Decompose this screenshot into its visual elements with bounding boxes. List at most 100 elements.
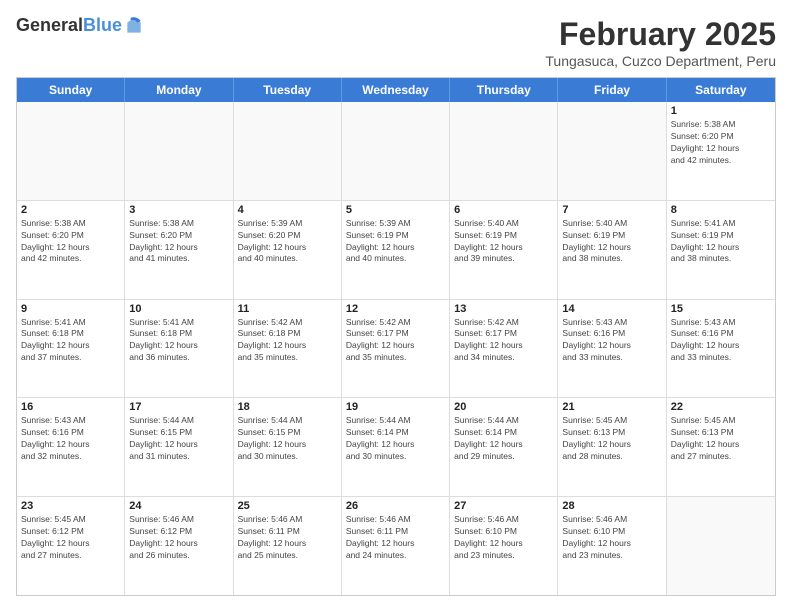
- calendar-cell: [667, 497, 775, 595]
- day-info: Sunrise: 5:39 AM Sunset: 6:20 PM Dayligh…: [238, 218, 337, 266]
- calendar-cell: 19Sunrise: 5:44 AM Sunset: 6:14 PM Dayli…: [342, 398, 450, 496]
- header-thursday: Thursday: [450, 78, 558, 102]
- day-info: Sunrise: 5:40 AM Sunset: 6:19 PM Dayligh…: [454, 218, 553, 266]
- calendar-cell: 8Sunrise: 5:41 AM Sunset: 6:19 PM Daylig…: [667, 201, 775, 299]
- week-row-3: 16Sunrise: 5:43 AM Sunset: 6:16 PM Dayli…: [17, 397, 775, 496]
- page: GeneralBlue February 2025 Tungasuca, Cuz…: [0, 0, 792, 612]
- day-info: Sunrise: 5:42 AM Sunset: 6:17 PM Dayligh…: [346, 317, 445, 365]
- day-number: 1: [671, 105, 771, 117]
- calendar-cell: 18 Sunrise: 5:44 AM Sunset: 6:15 PM Dayli…: [234, 398, 342, 496]
- day-info: Sunrise: 5:45 AM Sunset: 6:13 PM Dayligh…: [671, 415, 771, 463]
- calendar-cell: 7 Sunrise: 5:40 AM Sunset: 6:19 PM Daylig…: [558, 201, 666, 299]
- day-number: 11: [238, 303, 337, 315]
- day-number: 13: [454, 303, 553, 315]
- day-info: Sunrise: 5:46 AM Sunset: 6:12 PM Dayligh…: [129, 514, 228, 562]
- header-saturday: Saturday: [667, 78, 775, 102]
- day-number: 15: [671, 303, 771, 315]
- calendar-cell: 20 Sunrise: 5:44 AM Sunset: 6:14 PM Dayli…: [450, 398, 558, 496]
- calendar-cell: 25Sunrise: 5:46 AM Sunset: 6:11 PM Dayli…: [234, 497, 342, 595]
- day-number: 28: [562, 500, 661, 512]
- day-info: Sunrise: 5:45 AM Sunset: 6:12 PM Dayligh…: [21, 514, 120, 562]
- calendar-cell: 13 Sunrise: 5:42 AM Sunset: 6:17 PM Dayli…: [450, 300, 558, 398]
- week-row-4: 23 Sunrise: 5:45 AM Sunset: 6:12 PM Dayli…: [17, 496, 775, 595]
- calendar-cell: 6 Sunrise: 5:40 AM Sunset: 6:19 PM Daylig…: [450, 201, 558, 299]
- title-section: February 2025 Tungasuca, Cuzco Departmen…: [545, 16, 776, 69]
- day-info: Sunrise: 5:43 AM Sunset: 6:16 PM Dayligh…: [671, 317, 771, 365]
- day-number: 5: [346, 204, 445, 216]
- day-number: 4: [238, 204, 337, 216]
- day-info: Sunrise: 5:38 AM Sunset: 6:20 PM Dayligh…: [671, 119, 771, 167]
- header-monday: Monday: [125, 78, 233, 102]
- day-number: 6: [454, 204, 553, 216]
- week-row-2: 9 Sunrise: 5:41 AM Sunset: 6:18 PM Daylig…: [17, 299, 775, 398]
- day-info: Sunrise: 5:44 AM Sunset: 6:14 PM Dayligh…: [454, 415, 553, 463]
- calendar: Sunday Monday Tuesday Wednesday Thursday…: [16, 77, 776, 596]
- calendar-cell: 1 Sunrise: 5:38 AM Sunset: 6:20 PM Daylig…: [667, 102, 775, 200]
- logo-text: GeneralBlue: [16, 16, 122, 36]
- calendar-cell: 16Sunrise: 5:43 AM Sunset: 6:16 PM Dayli…: [17, 398, 125, 496]
- day-info: Sunrise: 5:42 AM Sunset: 6:17 PM Dayligh…: [454, 317, 553, 365]
- logo: GeneralBlue: [16, 16, 144, 36]
- calendar-cell: 5 Sunrise: 5:39 AM Sunset: 6:19 PM Daylig…: [342, 201, 450, 299]
- calendar-cell: 28 Sunrise: 5:46 AM Sunset: 6:10 PM Dayli…: [558, 497, 666, 595]
- day-number: 22: [671, 401, 771, 413]
- day-number: 24: [129, 500, 228, 512]
- day-number: 19: [346, 401, 445, 413]
- calendar-cell: [125, 102, 233, 200]
- day-number: 7: [562, 204, 661, 216]
- calendar-cell: 24 Sunrise: 5:46 AM Sunset: 6:12 PM Dayli…: [125, 497, 233, 595]
- logo-icon: [124, 16, 144, 36]
- calendar-cell: 17 Sunrise: 5:44 AM Sunset: 6:15 PM Dayli…: [125, 398, 233, 496]
- calendar-cell: 4 Sunrise: 5:39 AM Sunset: 6:20 PM Daylig…: [234, 201, 342, 299]
- day-number: 17: [129, 401, 228, 413]
- day-info: Sunrise: 5:41 AM Sunset: 6:18 PM Dayligh…: [21, 317, 120, 365]
- day-number: 12: [346, 303, 445, 315]
- calendar-cell: 11 Sunrise: 5:42 AM Sunset: 6:18 PM Dayli…: [234, 300, 342, 398]
- day-info: Sunrise: 5:40 AM Sunset: 6:19 PM Dayligh…: [562, 218, 661, 266]
- calendar-cell: [558, 102, 666, 200]
- month-title: February 2025: [545, 16, 776, 53]
- calendar-cell: 23 Sunrise: 5:45 AM Sunset: 6:12 PM Dayli…: [17, 497, 125, 595]
- day-number: 3: [129, 204, 228, 216]
- day-info: Sunrise: 5:42 AM Sunset: 6:18 PM Dayligh…: [238, 317, 337, 365]
- day-info: Sunrise: 5:46 AM Sunset: 6:10 PM Dayligh…: [562, 514, 661, 562]
- calendar-cell: 10Sunrise: 5:41 AM Sunset: 6:18 PM Dayli…: [125, 300, 233, 398]
- calendar-cell: 12 Sunrise: 5:42 AM Sunset: 6:17 PM Dayli…: [342, 300, 450, 398]
- calendar-cell: [17, 102, 125, 200]
- day-info: Sunrise: 5:38 AM Sunset: 6:20 PM Dayligh…: [21, 218, 120, 266]
- calendar-body: 1 Sunrise: 5:38 AM Sunset: 6:20 PM Daylig…: [17, 102, 775, 595]
- day-number: 21: [562, 401, 661, 413]
- day-number: 23: [21, 500, 120, 512]
- calendar-cell: [342, 102, 450, 200]
- day-number: 14: [562, 303, 661, 315]
- header: GeneralBlue February 2025 Tungasuca, Cuz…: [16, 16, 776, 69]
- day-number: 18: [238, 401, 337, 413]
- week-row-1: 2 Sunrise: 5:38 AM Sunset: 6:20 PM Daylig…: [17, 200, 775, 299]
- day-number: 27: [454, 500, 553, 512]
- day-info: Sunrise: 5:46 AM Sunset: 6:11 PM Dayligh…: [346, 514, 445, 562]
- day-info: Sunrise: 5:43 AM Sunset: 6:16 PM Dayligh…: [21, 415, 120, 463]
- day-number: 26: [346, 500, 445, 512]
- day-info: Sunrise: 5:39 AM Sunset: 6:19 PM Dayligh…: [346, 218, 445, 266]
- calendar-cell: 14Sunrise: 5:43 AM Sunset: 6:16 PM Dayli…: [558, 300, 666, 398]
- calendar-cell: 9 Sunrise: 5:41 AM Sunset: 6:18 PM Daylig…: [17, 300, 125, 398]
- calendar-header: Sunday Monday Tuesday Wednesday Thursday…: [17, 78, 775, 102]
- day-number: 9: [21, 303, 120, 315]
- calendar-cell: 27 Sunrise: 5:46 AM Sunset: 6:10 PM Dayli…: [450, 497, 558, 595]
- calendar-cell: [234, 102, 342, 200]
- day-info: Sunrise: 5:44 AM Sunset: 6:15 PM Dayligh…: [129, 415, 228, 463]
- day-info: Sunrise: 5:44 AM Sunset: 6:15 PM Dayligh…: [238, 415, 337, 463]
- calendar-cell: [450, 102, 558, 200]
- header-sunday: Sunday: [17, 78, 125, 102]
- day-number: 2: [21, 204, 120, 216]
- day-info: Sunrise: 5:46 AM Sunset: 6:10 PM Dayligh…: [454, 514, 553, 562]
- day-info: Sunrise: 5:46 AM Sunset: 6:11 PM Dayligh…: [238, 514, 337, 562]
- day-number: 20: [454, 401, 553, 413]
- day-info: Sunrise: 5:45 AM Sunset: 6:13 PM Dayligh…: [562, 415, 661, 463]
- day-number: 8: [671, 204, 771, 216]
- location-title: Tungasuca, Cuzco Department, Peru: [545, 53, 776, 69]
- calendar-cell: 3Sunrise: 5:38 AM Sunset: 6:20 PM Daylig…: [125, 201, 233, 299]
- calendar-cell: 22 Sunrise: 5:45 AM Sunset: 6:13 PM Dayli…: [667, 398, 775, 496]
- day-info: Sunrise: 5:41 AM Sunset: 6:18 PM Dayligh…: [129, 317, 228, 365]
- calendar-cell: 26 Sunrise: 5:46 AM Sunset: 6:11 PM Dayli…: [342, 497, 450, 595]
